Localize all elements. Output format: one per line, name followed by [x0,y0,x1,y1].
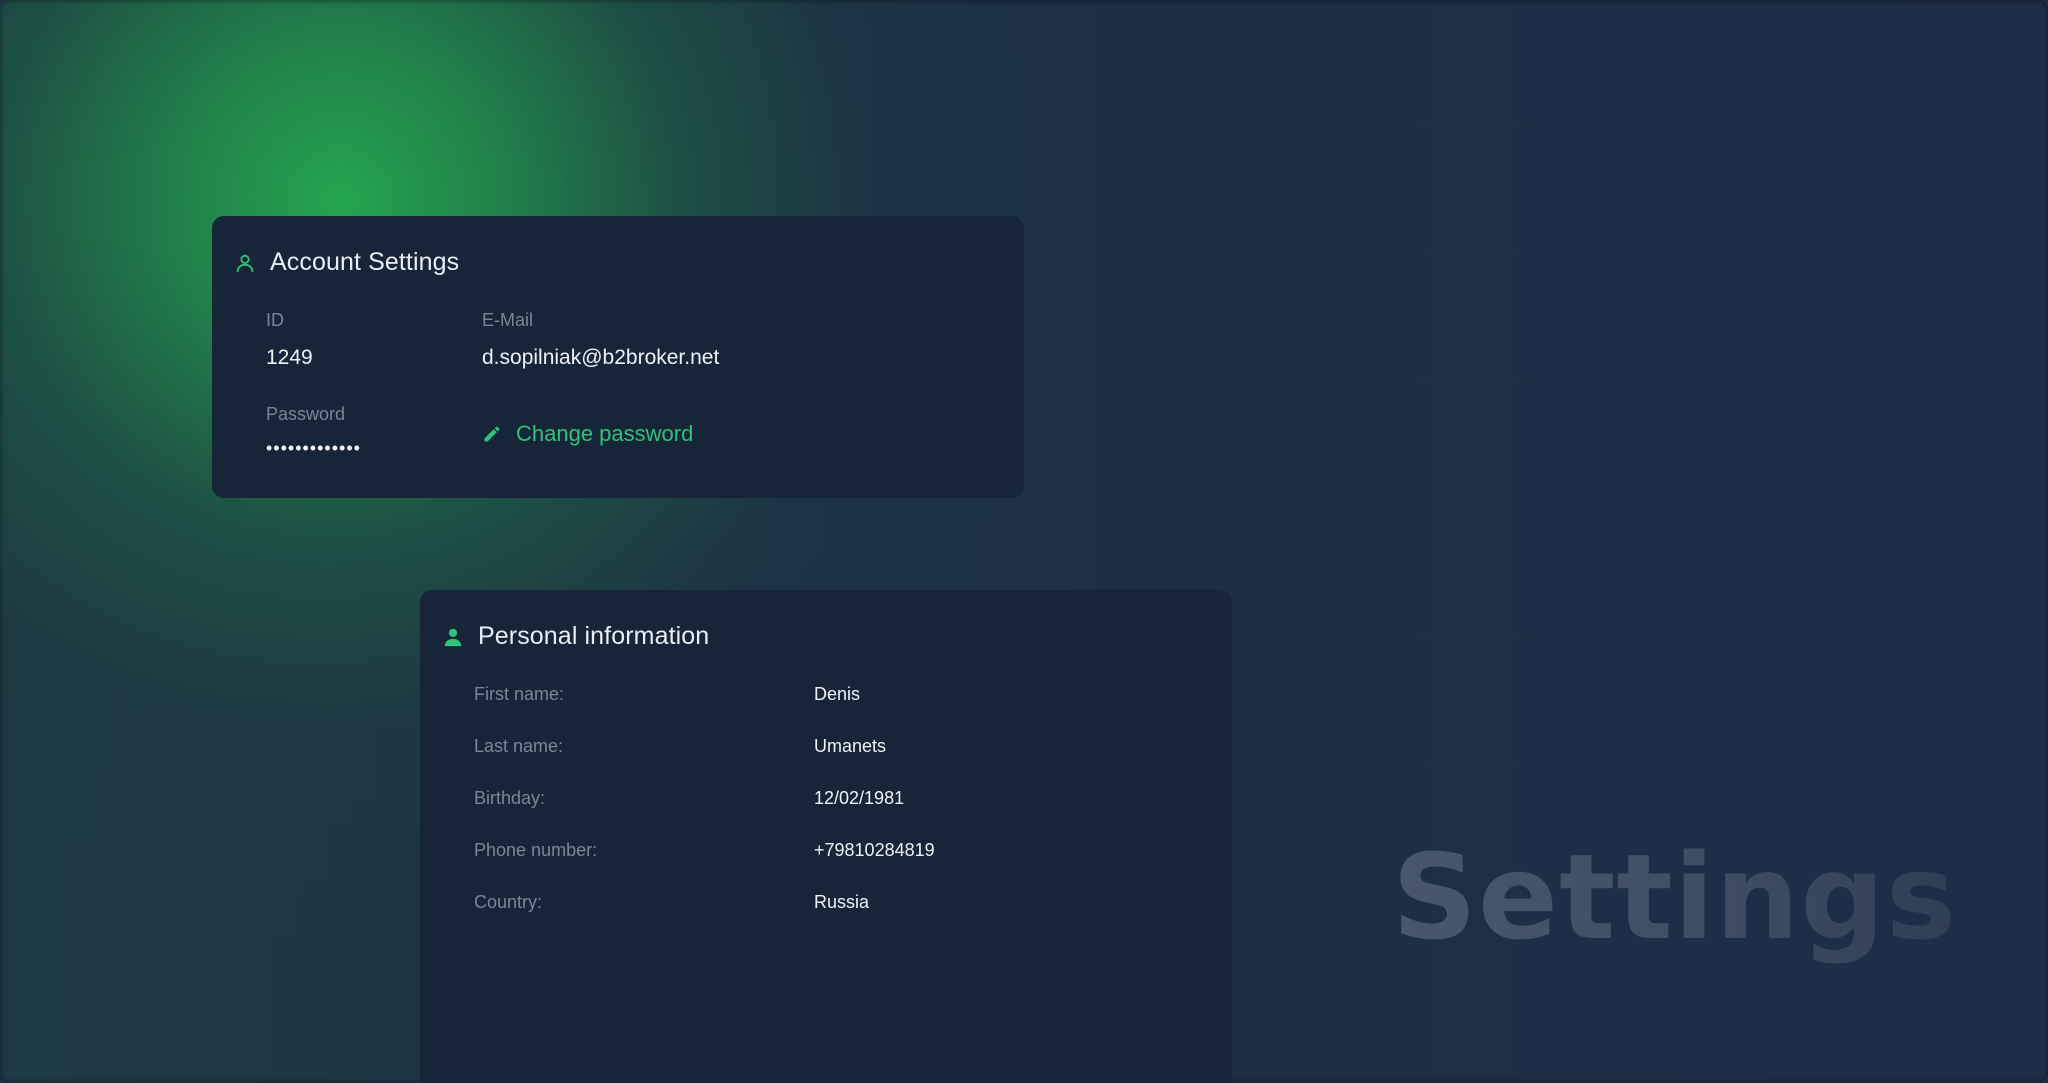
country-value: Russia [814,892,870,912]
last-name-row: Last name: Umanets [420,736,1232,766]
id-label: ID [266,310,284,330]
first-name-label: First name: [474,684,565,704]
email-value: d.sopilniak@b2broker.net [482,346,720,369]
settings-watermark: Settings [1392,828,1957,966]
birthday-row: Birthday: 12/02/1981 [420,788,1232,818]
user-outline-icon [234,252,256,274]
last-name-label: Last name: [474,736,564,756]
country-label: Country: [474,892,543,912]
first-name-value: Denis [814,684,861,704]
country-row: Country: Russia [420,892,1232,922]
personal-info-header: Personal information [442,622,709,651]
pencil-icon [482,424,502,444]
birthday-value: 12/02/1981 [814,788,905,808]
personal-info-card: Personal information First name: Denis L… [420,590,1232,1083]
password-value: ••••••••••••• [266,438,361,458]
phone-label: Phone number: [474,840,598,860]
phone-value: +79810284819 [814,840,935,860]
password-label: Password [266,404,346,424]
id-value: 1249 [266,346,313,369]
account-settings-card: Account Settings ID 1249 E-Mail d.sopiln… [212,216,1024,498]
change-password-label[interactable]: Change password [516,421,693,447]
personal-info-title: Personal information [478,622,710,650]
phone-row: Phone number: +79810284819 [420,840,1232,870]
change-password-link[interactable]: Change password [482,421,693,447]
birthday-label: Birthday: [474,788,546,808]
email-label: E-Mail [482,310,534,330]
last-name-value: Umanets [814,736,887,756]
app-background: Account Settings ID 1249 E-Mail d.sopiln… [0,0,2048,1083]
account-settings-header: Account Settings [234,248,459,277]
user-filled-icon [442,626,464,648]
account-settings-title: Account Settings [270,248,460,276]
first-name-row: First name: Denis [420,684,1232,714]
